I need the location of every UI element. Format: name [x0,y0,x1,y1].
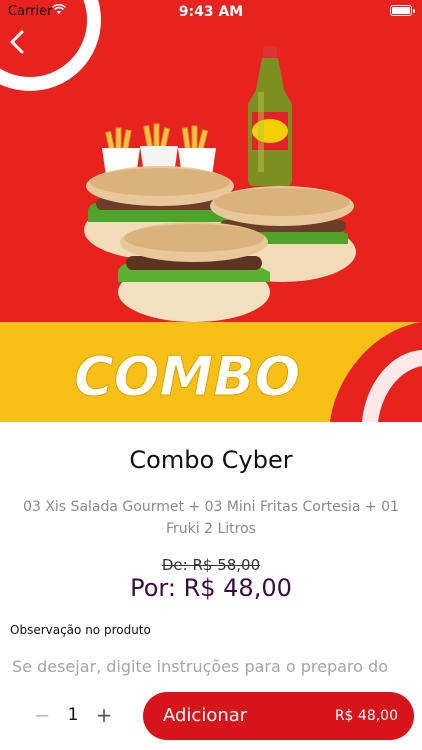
current-price: Por: R$ 48,00 [130,574,292,602]
observation-label: Observação no produto [10,623,151,637]
add-to-cart-button[interactable]: Adicionar R$ 48,00 [143,692,414,740]
product-hero-image: COMBO [0,0,422,422]
quantity-value: 1 [67,705,79,725]
soda-bottle-icon [248,46,292,186]
combo-illustration: COMBO [0,0,422,422]
quantity-increase-button[interactable]: + [92,703,116,727]
product-title: Combo Cyber [129,446,293,474]
add-button-price: R$ 48,00 [334,708,398,724]
quantity-decrease-button[interactable]: − [30,703,54,727]
status-bar: Carrier 9:43 AM [0,0,422,24]
observation-input[interactable] [8,652,420,680]
product-description: 03 Xis Salada Gourmet + 03 Mini Fritas C… [23,499,399,537]
battery-icon [390,5,415,16]
burger-icon [118,222,270,322]
old-price: De: R$ 58,00 [161,556,261,574]
add-button-label: Adicionar [163,705,248,726]
back-chevron-icon[interactable] [6,28,30,56]
status-time: 9:43 AM [178,4,244,20]
banner-text: COMBO [74,345,300,408]
